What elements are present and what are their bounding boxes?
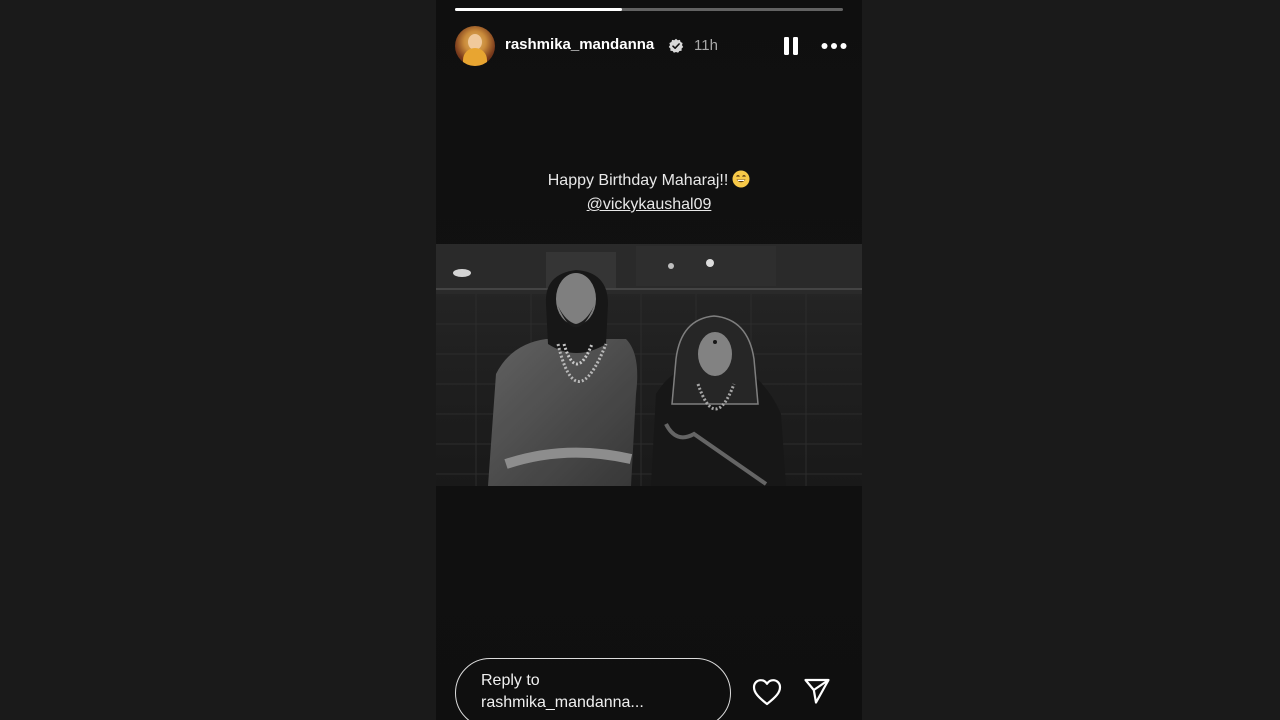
more-options-icon[interactable] [821, 40, 847, 52]
reply-input[interactable]: Reply to rashmika_mandanna... [455, 658, 731, 720]
reply-placeholder-line1: Reply to [481, 672, 540, 689]
grinning-face-emoji-icon [732, 170, 750, 188]
story-caption: Happy Birthday Maharaj!! @vickykaushal09 [436, 169, 862, 217]
pause-icon[interactable] [781, 36, 801, 56]
story-progress-fill [455, 8, 622, 11]
heart-icon[interactable] [752, 678, 782, 706]
caption-text: Happy Birthday Maharaj!! [547, 172, 729, 189]
story-photo [436, 244, 862, 486]
send-icon[interactable] [803, 677, 831, 705]
story-viewer[interactable]: rashmika_mandanna 11h Happy Birthday Mah… [436, 0, 862, 720]
username[interactable]: rashmika_mandanna [505, 36, 654, 53]
avatar[interactable] [455, 26, 495, 66]
reply-placeholder-line2: rashmika_mandanna... [481, 694, 644, 711]
story-progress-bar [455, 8, 843, 11]
caption-line: Happy Birthday Maharaj!! [436, 169, 862, 193]
post-time: 11h [694, 37, 718, 54]
story-header: rashmika_mandanna 11h [455, 26, 847, 66]
caption-mention-link[interactable]: @vickykaushal09 [587, 196, 712, 213]
verified-badge-icon [668, 38, 684, 53]
